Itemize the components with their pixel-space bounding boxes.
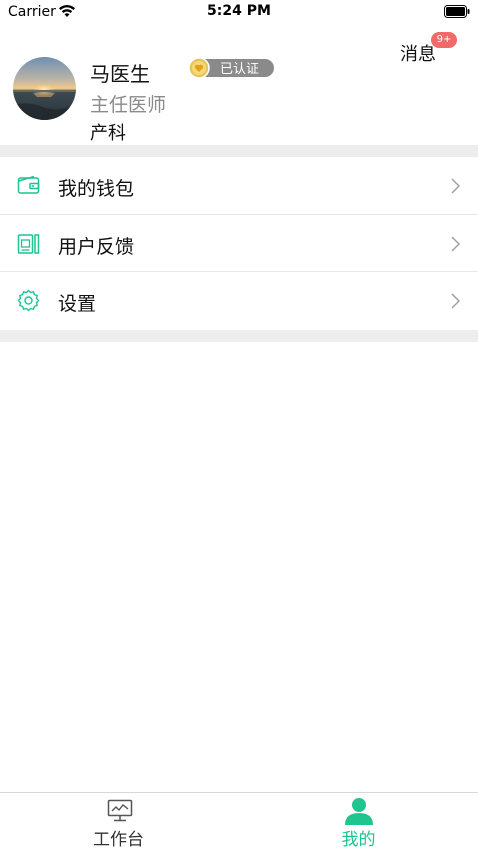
avatar-sunset-image [13,57,76,120]
tab-label: 工作台 [93,830,144,850]
gear-icon [17,289,40,312]
wallet-icon [17,175,40,194]
section-divider [0,330,478,342]
menu-item-wallet[interactable]: 我的钱包 [0,157,478,215]
battery-icon [444,5,470,18]
person-icon [345,798,373,825]
tab-mine[interactable]: 我的 [239,793,478,850]
menu-item-label: 用户反馈 [58,235,135,258]
messages-count-badge: 9+ [431,32,457,48]
section-divider [0,145,478,157]
tab-bar: 工作台 我的 [0,792,478,850]
doctor-name: 马医生 [90,62,150,86]
menu-item-settings[interactable]: 设置 [0,272,478,330]
clock: 5:24 PM [207,3,271,19]
chevron-right-icon [451,178,460,194]
chevron-right-icon [451,293,460,309]
chevron-right-icon [451,235,460,252]
monitor-chart-icon [107,799,133,822]
tab-label: 我的 [341,830,376,850]
doctor-title: 主任医师 [90,94,167,116]
heart-medal-icon [188,57,210,79]
tab-workbench[interactable]: 工作台 [0,793,239,850]
settings-menu: 我的钱包 用户反馈 设置 [0,157,478,330]
doctor-department: 产科 [90,123,126,144]
feedback-icon [17,233,40,254]
verified-badge: 已认证 [188,57,274,79]
verified-label: 已认证 [220,62,260,77]
menu-item-feedback[interactable]: 用户反馈 [0,215,478,272]
avatar[interactable] [13,57,76,120]
menu-item-label: 设置 [58,293,97,315]
messages-button[interactable]: 消息 [400,40,436,66]
status-bar: Carrier 5:24 PM [0,0,478,24]
menu-item-label: 我的钱包 [58,178,135,200]
